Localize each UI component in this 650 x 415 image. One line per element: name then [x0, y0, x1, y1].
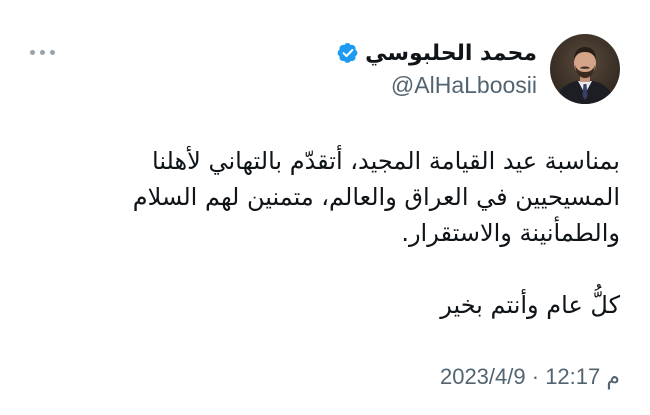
- dot: [50, 49, 55, 55]
- more-options-icon[interactable]: [30, 42, 62, 62]
- tweet-text-line: والطمأنينة والاستقرار.: [401, 219, 620, 247]
- timestamp-meridiem: م: [606, 365, 620, 390]
- dot: [30, 49, 35, 55]
- author-avatar[interactable]: [550, 34, 620, 104]
- tweet-text-line: المسيحيين في العراق والعالم، متمنين لهم …: [132, 183, 620, 211]
- timestamp-time: 12:17: [545, 364, 601, 389]
- timestamp-separator: ·: [531, 364, 540, 389]
- tweet-timestamp[interactable]: م 12:17 · 2023/4/9: [440, 364, 620, 390]
- author-name-row: محمد الحلبوسي: [337, 38, 537, 68]
- dot: [40, 49, 45, 55]
- timestamp-date: 2023/4/9: [439, 364, 526, 389]
- tweet-text-line: كلُّ عام وأنتم بخير: [440, 291, 620, 319]
- tweet-text-line: بمناسبة عيد القيامة المجيد، أتقدّم بالته…: [152, 147, 620, 175]
- verified-badge-icon: [337, 42, 359, 64]
- author-display-name[interactable]: محمد الحلبوسي: [365, 41, 537, 66]
- author-handle[interactable]: @AlHaLboosii: [337, 72, 537, 99]
- author-info: محمد الحلبوسي @AlHaLboosii: [337, 38, 537, 99]
- tweet-card: محمد الحلبوسي @AlHaLboosii بمناسبة عيد ا…: [0, 0, 650, 415]
- tweet-body: بمناسبة عيد القيامة المجيد، أتقدّم بالته…: [20, 143, 620, 323]
